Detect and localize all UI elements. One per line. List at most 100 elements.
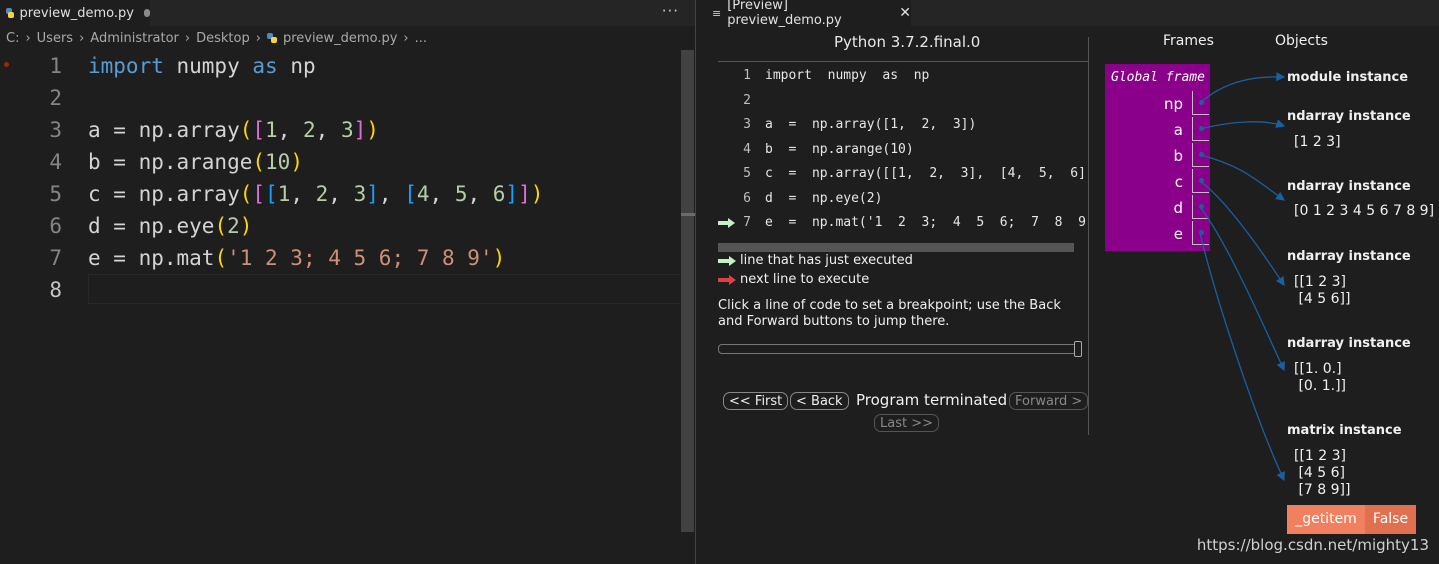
editor-tab-bar: preview_demo.py ··· [0, 0, 695, 26]
line-number: 7 [49, 246, 62, 270]
breadcrumb-drive[interactable]: C: [6, 31, 19, 46]
code-line[interactable]: 7 e = np.mat('1 2 3; 4 5 6; 7 8 9') [0, 242, 680, 274]
chevron-right-icon: › [403, 30, 409, 46]
code-line[interactable]: 1 import numpy as np [0, 50, 680, 82]
line-number: 8 [49, 278, 62, 302]
trace-line-text: c = np.array([[1, 2, 3], [4, 5, 6]]) [765, 166, 1088, 181]
trace-line-number: 1 [743, 68, 751, 83]
breadcrumb: C: › Users › Administrator › Desktop › previ… [6, 29, 427, 47]
var-name: a [1173, 121, 1183, 139]
trace-line-executed[interactable]: 7 e = np.mat('1 2 3; 4 5 6; 7 8 9') [718, 211, 1088, 236]
trace-line[interactable]: 4 b = np.arange(10) [718, 138, 1088, 163]
editor-scrollbar[interactable] [681, 50, 694, 532]
back-button[interactable]: < Back [790, 392, 849, 410]
scrollbar-cursor-marker [681, 213, 695, 216]
frame-var: b [1105, 143, 1210, 169]
code-line[interactable]: 3 a = np.array([1, 2, 3]) [0, 114, 680, 146]
frame-title: Global frame [1111, 70, 1205, 85]
breadcrumb-desktop[interactable]: Desktop [196, 31, 250, 46]
line-number: 2 [49, 86, 62, 110]
trace-line-number: 5 [743, 166, 751, 181]
trace-code-listing[interactable]: 1 import numpy as np 2 3 a = np.array([1, … [718, 61, 1088, 237]
python-tutor-preview: ≡ [Preview] preview_demo.py ✕ Python 3.7… [696, 0, 1439, 564]
code-line-current[interactable]: 8 [0, 274, 694, 306]
execution-slider[interactable] [718, 341, 1082, 357]
line-number: 6 [49, 214, 62, 238]
executed-arrow-icon [718, 255, 736, 266]
python-file-icon [6, 8, 14, 18]
preview-icon: ≡ [712, 6, 722, 20]
legend-next-label: next line to execute [740, 272, 870, 287]
pointer-dot-icon [1199, 178, 1204, 183]
trace-line-number: 2 [743, 92, 751, 108]
breadcrumb-users[interactable]: Users [37, 31, 73, 46]
var-pointer-box [1192, 143, 1209, 167]
preview-tab-bar: ≡ [Preview] preview_demo.py ✕ [696, 0, 1439, 28]
unsaved-dot-icon[interactable] [143, 9, 150, 17]
close-icon[interactable]: ✕ [899, 5, 911, 21]
code-line[interactable]: 6 d = np.eye(2) [0, 210, 680, 242]
trace-line[interactable]: 1 import numpy as np [718, 64, 1088, 89]
frame-var: d [1105, 195, 1210, 221]
object-type-label: matrix instance [1287, 423, 1402, 438]
trace-line[interactable]: 2 [718, 89, 1088, 114]
forward-button[interactable]: Forward > [1009, 392, 1089, 410]
python-version: Python 3.7.2.final.0 [834, 33, 981, 51]
pointer-dot-icon [1199, 100, 1204, 105]
editor-tab-label: preview_demo.py [19, 5, 134, 21]
more-actions-icon[interactable]: ··· [662, 2, 679, 20]
editor-tab[interactable]: preview_demo.py [0, 0, 150, 26]
global-frame: Global frame np a b c d e [1105, 64, 1210, 251]
object-type-label: ndarray instance [1287, 336, 1411, 351]
column-divider [1088, 37, 1089, 435]
trace-line[interactable]: 3 a = np.array([1, 2, 3]) [718, 113, 1088, 138]
preview-tab-label: [Preview] preview_demo.py [727, 0, 842, 28]
watermark: https://blog.csdn.net/mighty13 [1196, 536, 1429, 554]
frame-var: a [1105, 117, 1210, 143]
getitem-button[interactable]: _getitem [1287, 505, 1365, 534]
trace-line-text: e = np.mat('1 2 3; 4 5 6; 7 8 9') [765, 215, 1088, 230]
trace-line-text: d = np.eye(2) [765, 190, 883, 206]
line-number: 1 [49, 54, 62, 78]
code-line[interactable]: 2 [0, 82, 680, 114]
current-line-highlight [88, 274, 694, 304]
next-arrow-icon [718, 274, 736, 285]
trace-line-number: 4 [743, 141, 751, 157]
object-type-label: ndarray instance [1287, 109, 1411, 124]
program-status: Program terminated [856, 391, 1008, 409]
var-pointer-box [1192, 117, 1209, 141]
slider-handle[interactable] [1074, 341, 1082, 357]
code-line[interactable]: 4 b = np.arange(10) [0, 146, 680, 178]
code-text: b = np.arange(10) [88, 150, 303, 174]
trace-line-text: import numpy as np [765, 68, 930, 83]
preview-tab[interactable]: ≡ [Preview] preview_demo.py ✕ [696, 0, 911, 28]
chevron-right-icon: › [25, 30, 31, 46]
object-value: [[1. 0.] [0. 1.]] [1294, 361, 1347, 394]
var-name: b [1173, 147, 1183, 165]
pointer-dot-icon [1199, 204, 1204, 209]
code-text: c = np.array([[1, 2, 3], [4, 5, 6]]) [88, 182, 544, 206]
execution-progress-bar [718, 243, 1074, 252]
pointer-dot-icon [1199, 230, 1204, 235]
first-button[interactable]: << First [723, 392, 789, 410]
line-number: 3 [49, 118, 62, 142]
trace-line[interactable]: 6 d = np.eye(2) [718, 187, 1088, 212]
python-file-icon [266, 33, 277, 43]
breadcrumb-administrator[interactable]: Administrator [90, 31, 179, 46]
var-name: e [1173, 225, 1183, 243]
object-value: [1 2 3] [1294, 134, 1341, 150]
pointer-dot-icon [1199, 152, 1204, 157]
code-area[interactable]: 1 import numpy as np 2 3 a = np.array([1, … [0, 50, 694, 306]
trace-line-number: 3 [743, 117, 751, 132]
trace-line[interactable]: 5 c = np.array([[1, 2, 3], [4, 5, 6]]) [718, 162, 1088, 187]
code-line[interactable]: 5 c = np.array([[1, 2, 3], [4, 5, 6]]) [0, 178, 680, 210]
object-value: [[1 2 3] [4 5 6] [7 8 9]] [1294, 448, 1351, 498]
code-editor[interactable]: preview_demo.py ··· C: › Users › Administr… [0, 0, 695, 564]
breadcrumb-symbol[interactable]: ... [415, 31, 427, 46]
line-number: 5 [49, 182, 62, 206]
var-name: d [1173, 199, 1183, 217]
last-button[interactable]: Last >> [874, 414, 939, 432]
breadcrumb-file[interactable]: preview_demo.py [283, 31, 397, 46]
code-text: d = np.eye(2) [88, 214, 253, 238]
chevron-right-icon: › [255, 30, 261, 46]
